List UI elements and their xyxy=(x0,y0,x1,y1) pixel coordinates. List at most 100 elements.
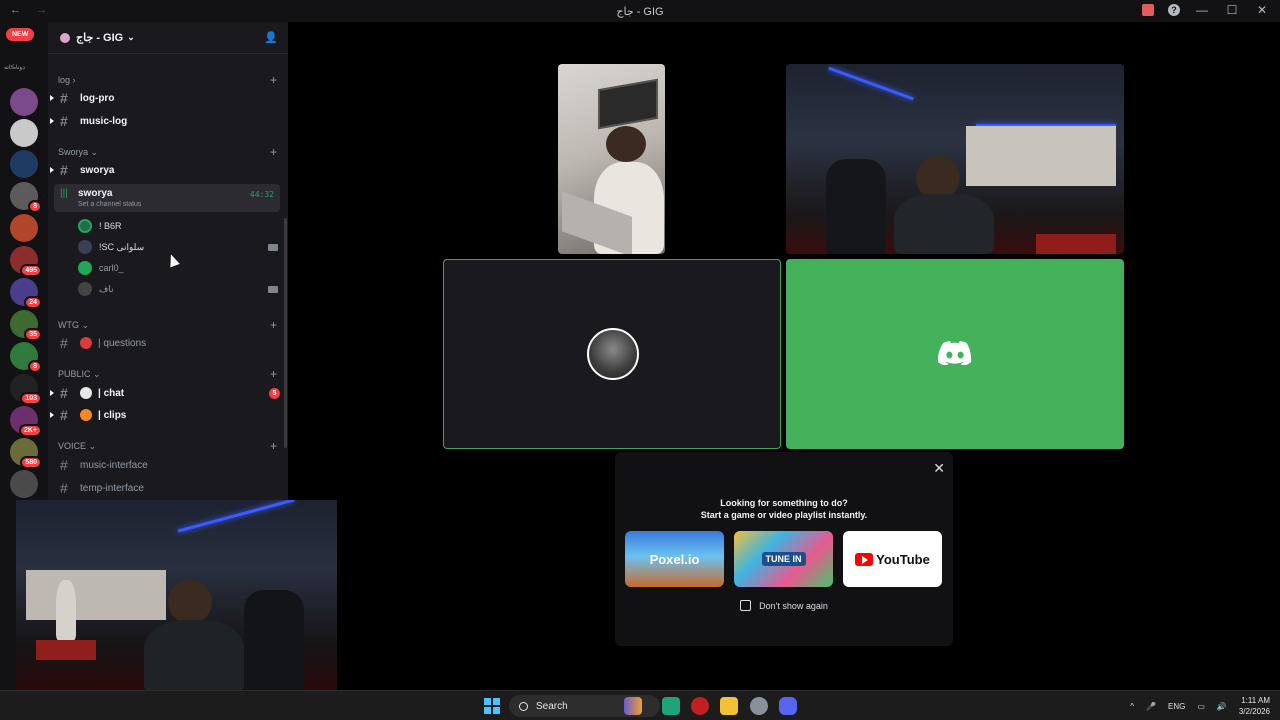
category-log[interactable]: log › + xyxy=(58,73,277,87)
close-button[interactable]: ✕ xyxy=(1254,3,1270,17)
fire-icon xyxy=(80,409,92,421)
maximize-button[interactable]: ☐ xyxy=(1224,3,1240,17)
server-icon[interactable]: 495 xyxy=(10,246,42,277)
voice-stage: ✕ Looking for something to do? Start a g… xyxy=(288,22,1280,690)
system-tray: ^ 🎤 ENG ▭ 🔊 1:11 AM 3/2/2026 xyxy=(1130,694,1270,718)
speech-bubble-icon xyxy=(80,387,92,399)
server-icon[interactable]: 580 xyxy=(10,438,42,469)
inbox-icon[interactable] xyxy=(1142,4,1154,16)
voice-user[interactable]: ! B6R xyxy=(78,217,278,235)
channel-sworya-text[interactable]: # sworya xyxy=(50,160,280,180)
opera-icon[interactable] xyxy=(691,697,709,715)
server-icon[interactable]: 35 xyxy=(10,310,42,341)
guild-header[interactable]: جاج - GIG ⌄ 👤 xyxy=(48,22,288,54)
clock[interactable]: 1:11 AM 3/2/2026 xyxy=(1239,695,1270,717)
chevron-up-icon[interactable]: ^ xyxy=(1130,702,1134,711)
title-bar: ← → جاج - GIG ? — ☐ ✕ xyxy=(0,0,1280,22)
file-explorer-icon[interactable] xyxy=(720,697,738,715)
hash-icon: # xyxy=(60,162,68,178)
server-icon[interactable]: 8 xyxy=(10,182,42,213)
hash-icon: # xyxy=(60,385,68,401)
minimize-button[interactable]: — xyxy=(1194,3,1210,17)
server-icon[interactable]: 2K+ xyxy=(10,406,42,437)
add-channel-icon[interactable]: + xyxy=(270,73,277,87)
new-badge: NEW xyxy=(6,28,35,41)
video-tile-avatar[interactable] xyxy=(443,259,781,449)
gaming-chair xyxy=(826,159,886,254)
add-channel-icon[interactable]: + xyxy=(270,145,277,159)
tv-screen xyxy=(598,78,658,130)
self-camera-preview[interactable] xyxy=(16,500,337,693)
channel-music-log[interactable]: # music-log xyxy=(50,111,280,131)
video-tile[interactable] xyxy=(558,64,665,254)
server-icon[interactable]: 24 xyxy=(10,278,42,309)
channel-temp-interface[interactable]: # temp-interface xyxy=(60,478,280,498)
person-body xyxy=(894,194,994,254)
server-icon[interactable] xyxy=(10,150,38,178)
voice-channel-name: sworya xyxy=(78,188,113,199)
help-icon[interactable]: ? xyxy=(1168,4,1180,16)
channel-chat[interactable]: # | chat 5 xyxy=(50,383,280,403)
activity-card-poxel[interactable]: Poxel.io xyxy=(625,531,724,587)
video-tile-discord[interactable] xyxy=(786,259,1124,449)
video-tile[interactable] xyxy=(786,64,1124,254)
avatar xyxy=(78,219,92,233)
voice-channel-sworya[interactable]: ||| sworya Set a channel status 44:32 xyxy=(54,184,280,212)
server-icon[interactable] xyxy=(10,470,38,498)
channel-music-interface[interactable]: # music-interface xyxy=(60,455,280,475)
server-badge: 580 xyxy=(20,456,42,469)
search-icon xyxy=(519,701,528,711)
add-channel-icon[interactable]: + xyxy=(270,439,277,453)
voice-user[interactable]: !SC سلوانى xyxy=(78,238,278,256)
unread-indicator xyxy=(50,118,54,124)
checkbox[interactable] xyxy=(740,600,752,611)
guild-icon xyxy=(60,32,70,43)
add-channel-icon[interactable]: + xyxy=(270,318,277,332)
volume-icon[interactable]: 🔊 xyxy=(1217,702,1227,711)
gaming-chair xyxy=(244,590,304,693)
close-icon[interactable]: ✕ xyxy=(933,460,945,477)
discord-icon[interactable] xyxy=(779,697,797,715)
activity-card-youtube[interactable]: YouTube xyxy=(843,531,942,587)
settings-icon[interactable] xyxy=(750,697,768,715)
guild-name: جاج - GIG xyxy=(76,32,124,44)
speaker-icon: ||| xyxy=(60,188,68,199)
app-icon[interactable] xyxy=(662,697,680,715)
youtube-play-icon xyxy=(855,552,874,566)
category-voice[interactable]: VOICE ⌄ + xyxy=(58,439,277,453)
unread-indicator xyxy=(50,390,54,396)
category-wtg[interactable]: WTG ⌄ + xyxy=(58,318,277,332)
activity-heading: Looking for something to do? xyxy=(720,498,848,508)
language-indicator[interactable]: ENG xyxy=(1168,702,1185,711)
channel-questions[interactable]: # | questions xyxy=(60,333,280,353)
display-icon[interactable]: ▭ xyxy=(1197,702,1205,711)
server-icon[interactable]: 8 xyxy=(10,342,42,373)
add-channel-icon[interactable]: + xyxy=(270,367,277,381)
discord-logo-icon xyxy=(938,341,972,365)
widgets-icon[interactable] xyxy=(624,697,642,715)
activity-card-tunein[interactable]: TUNE IN xyxy=(734,531,833,587)
question-emoji-icon xyxy=(80,337,92,349)
background-room xyxy=(966,126,1116,186)
microphone-icon[interactable]: 🎤 xyxy=(1146,702,1156,711)
channel-clips[interactable]: # | clips xyxy=(50,405,280,425)
dont-show-again[interactable]: Don't show again xyxy=(615,600,953,611)
scrollbar[interactable] xyxy=(284,218,287,448)
category-public[interactable]: PUBLIC ⌄ + xyxy=(58,367,277,381)
mention-badge: 5 xyxy=(269,387,280,399)
avatar xyxy=(78,261,92,275)
add-user-icon[interactable]: 👤 xyxy=(264,31,278,44)
category-sworya[interactable]: Sworya ⌄ + xyxy=(58,145,277,159)
background-person xyxy=(56,580,76,640)
server-icon[interactable] xyxy=(10,88,38,116)
server-icon[interactable] xyxy=(10,119,38,147)
led-strip xyxy=(177,500,295,533)
avatar xyxy=(587,328,639,380)
channel-status[interactable]: Set a channel status xyxy=(78,201,141,208)
server-icon[interactable]: 103 xyxy=(10,374,42,405)
voice-user[interactable]: ناف xyxy=(78,280,278,298)
channel-log-pro[interactable]: # log-pro xyxy=(50,88,280,108)
server-icon[interactable] xyxy=(10,214,38,242)
hash-icon: # xyxy=(60,480,68,496)
windows-start-icon[interactable] xyxy=(484,698,500,714)
